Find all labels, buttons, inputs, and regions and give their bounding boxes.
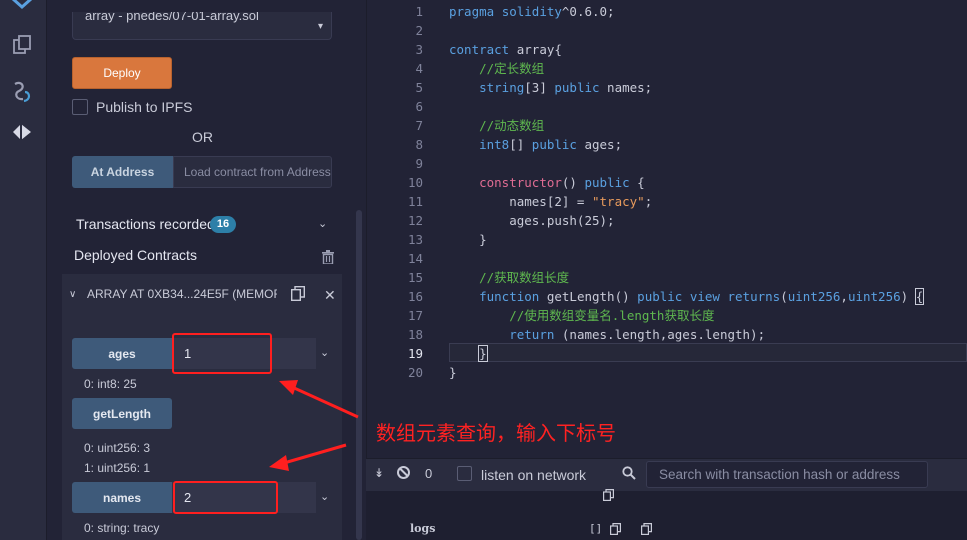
listen-network-checkbox[interactable]	[457, 466, 472, 481]
code-line-7[interactable]: //动态数组	[449, 116, 544, 135]
line-number: 2	[415, 23, 423, 38]
terminal-output	[366, 491, 967, 540]
code-line-11[interactable]: names[2] = "tracy";	[449, 192, 652, 211]
line-number: 15	[407, 270, 423, 285]
pending-tx-count: 0	[425, 466, 433, 481]
publish-ipfs-label: Publish to IPFS	[96, 99, 193, 115]
code-line-13[interactable]: }	[449, 230, 487, 249]
highlight-box-names	[173, 481, 278, 514]
chevron-down-icon[interactable]: ⌄	[318, 217, 327, 230]
line-number: 1	[415, 4, 423, 19]
line-number: 14	[407, 251, 423, 266]
line-number: 13	[407, 232, 423, 247]
copy-icon[interactable]	[610, 523, 621, 535]
compiler-icon[interactable]	[10, 80, 34, 104]
line-number: 11	[407, 194, 423, 209]
code-line-16[interactable]: function getLength() public view returns…	[449, 287, 925, 306]
line-number: 17	[407, 308, 423, 323]
transactions-count-badge: 16	[210, 216, 236, 233]
line-number: 9	[415, 156, 423, 171]
getlength-result-1: 1: uint256: 1	[84, 461, 151, 475]
terminal-search-input[interactable]: Search with transaction hash or address	[646, 461, 928, 488]
line-number: 18	[407, 327, 423, 342]
clear-console-icon[interactable]	[397, 466, 410, 479]
line-number: 16	[407, 289, 423, 304]
ages-button[interactable]: ages	[72, 338, 172, 369]
annotation-text: 数组元素查询，输入下标号	[376, 421, 616, 445]
trash-icon[interactable]	[322, 250, 334, 264]
code-line-20[interactable]: }	[449, 363, 457, 382]
code-line-1[interactable]: pragma solidity^0.6.0;	[449, 2, 615, 21]
copy-icon[interactable]	[603, 489, 614, 501]
icon-rail	[0, 0, 47, 540]
line-number: 10	[407, 175, 423, 190]
copy-icon[interactable]	[291, 286, 305, 301]
code-line-18[interactable]: return (names.length,ages.length);	[449, 325, 765, 344]
line-number: 8	[415, 137, 423, 152]
line-number: 3	[415, 42, 423, 57]
or-label: OR	[192, 129, 213, 145]
names-button[interactable]: names	[72, 482, 172, 513]
listen-network-label: listen on network	[481, 467, 587, 483]
code-line-4[interactable]: //定长数组	[449, 59, 544, 78]
close-icon[interactable]: ✕	[324, 287, 336, 304]
caret-down-icon[interactable]: ∨	[69, 289, 76, 300]
chevron-down-icon[interactable]: ⌄	[320, 490, 329, 503]
names-result: 0: string: tracy	[84, 521, 160, 535]
code-line-3[interactable]: contract array{	[449, 40, 562, 59]
line-number: 19	[407, 346, 423, 361]
ages-result: 0: int8: 25	[84, 377, 137, 391]
copy-icon[interactable]	[641, 523, 652, 535]
annotation-arrows	[269, 380, 359, 471]
getlength-button[interactable]: getLength	[72, 398, 172, 429]
line-number: 6	[415, 99, 423, 114]
code-line-8[interactable]: int8[] public ages;	[449, 135, 622, 154]
at-address-button[interactable]: At Address	[72, 156, 173, 188]
instance-title[interactable]: ARRAY AT 0XB34...24E5F (MEMORY)	[87, 287, 277, 301]
line-number: 7	[415, 118, 423, 133]
search-icon	[622, 466, 636, 480]
line-number: 20	[407, 365, 423, 380]
deploy-run-icon[interactable]	[10, 120, 34, 144]
logs-value: []	[589, 522, 603, 535]
at-address-input[interactable]: Load contract from Address	[173, 156, 332, 188]
code-line-19[interactable]: }	[449, 344, 488, 363]
deployed-contracts-label: Deployed Contracts	[74, 247, 197, 263]
file-explorer-icon[interactable]	[10, 33, 34, 57]
getlength-result-0: 0: uint256: 3	[84, 441, 151, 455]
deploy-button[interactable]: Deploy	[72, 57, 172, 89]
chevron-down-icon[interactable]: ⌄	[320, 346, 329, 359]
remix-logo-icon[interactable]	[10, 0, 34, 16]
line-number: 4	[415, 61, 423, 76]
chevron-down-icon: ▾	[317, 21, 323, 32]
code-line-15[interactable]: //获取数组长度	[449, 268, 569, 287]
code-line-12[interactable]: ages.push(25);	[449, 211, 614, 230]
contract-select[interactable]: array - pnedes/07-01-array.sol ▾	[72, 12, 332, 40]
publish-ipfs-checkbox[interactable]	[72, 99, 88, 115]
transactions-recorded-label[interactable]: Transactions recorded	[76, 216, 215, 232]
highlight-box-ages	[172, 333, 272, 374]
code-line-5[interactable]: string[3] public names;	[449, 78, 652, 97]
line-number: 5	[415, 80, 423, 95]
code-line-17[interactable]: //使用数组变量名.length获取长度	[449, 306, 714, 325]
contract-select-value: array - pnedes/07-01-array.sol	[85, 12, 259, 23]
code-line-10[interactable]: constructor() public {	[449, 173, 645, 192]
chevron-double-down-icon[interactable]: ↡	[374, 466, 384, 480]
active-line-highlight	[449, 343, 967, 362]
line-number: 12	[407, 213, 423, 228]
logs-label: logs	[410, 522, 436, 535]
